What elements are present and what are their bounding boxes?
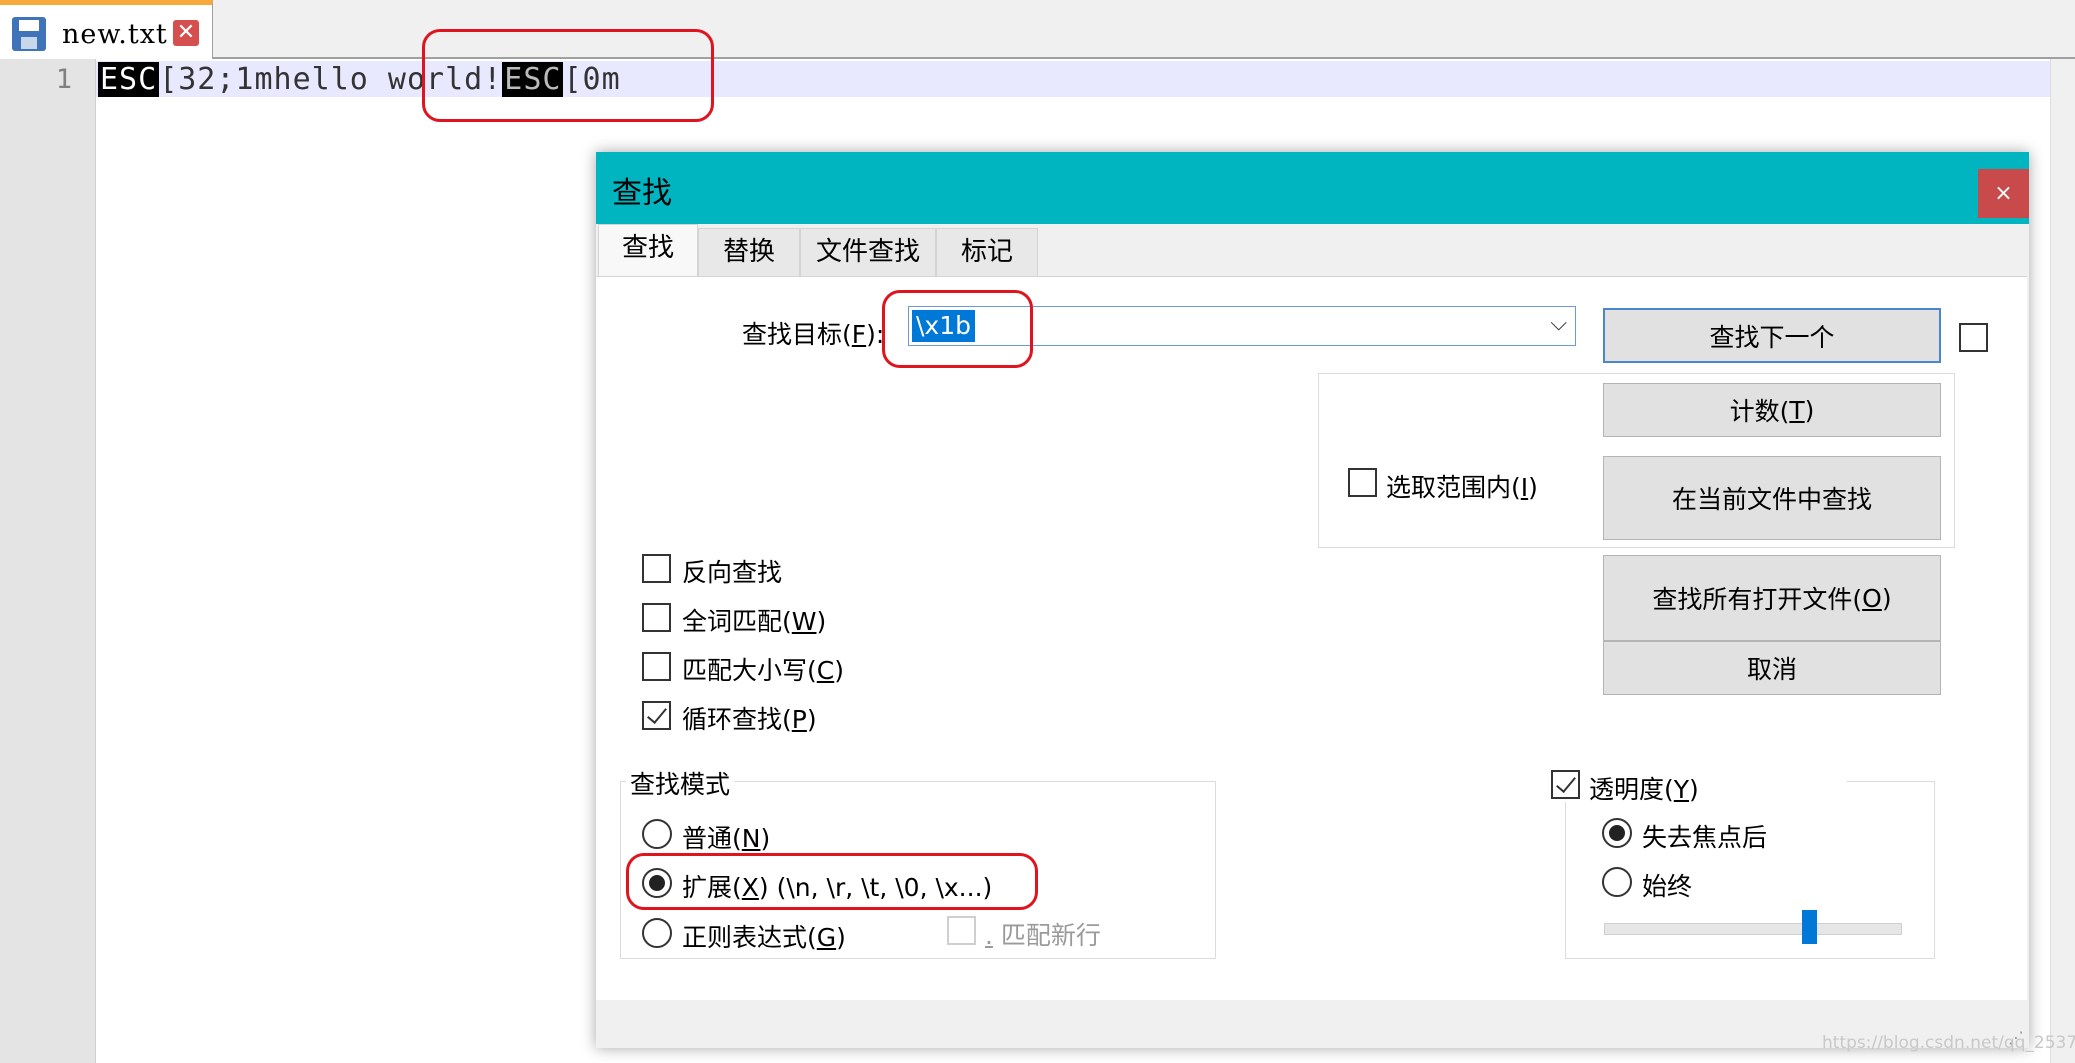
transparency-always-label: 始终 bbox=[1642, 872, 1693, 901]
wrap-around-checkbox[interactable] bbox=[642, 701, 671, 730]
transparency-always-radio[interactable] bbox=[1602, 867, 1632, 897]
count-button[interactable]: 计数(T) bbox=[1603, 383, 1941, 437]
dot-matches-newline-checkbox[interactable] bbox=[947, 916, 976, 945]
transparency-slider-track[interactable] bbox=[1604, 923, 1902, 935]
esc-control-char: ESC bbox=[98, 62, 160, 97]
search-mode-title: 查找模式 bbox=[626, 765, 735, 801]
search-mode-regex-radio[interactable] bbox=[642, 918, 672, 948]
dialog-close-button[interactable]: × bbox=[1978, 169, 2029, 218]
transparency-label: 透明度(Y) bbox=[1589, 775, 1699, 804]
in-selection-checkbox[interactable] bbox=[1348, 468, 1377, 497]
match-case-label: 匹配大小写(C) bbox=[682, 656, 844, 685]
find-next-option-checkbox[interactable] bbox=[1959, 323, 1988, 352]
vertical-scrollbar[interactable] bbox=[2050, 59, 2075, 1063]
search-mode-normal-label: 普通(N) bbox=[682, 824, 771, 853]
save-icon bbox=[12, 17, 46, 51]
line-number-gutter bbox=[0, 59, 96, 1063]
find-in-all-open-files-button[interactable]: 查找所有打开文件(O) bbox=[1603, 555, 1941, 641]
dialog-footer bbox=[596, 1000, 2027, 1048]
file-tab-new-txt[interactable]: new.txt ✕ bbox=[0, 0, 213, 59]
annotation-highlight bbox=[422, 29, 714, 122]
annotation-highlight bbox=[626, 853, 1038, 910]
annotation-highlight bbox=[882, 290, 1033, 368]
backward-checkbox[interactable] bbox=[642, 554, 671, 583]
whole-word-checkbox[interactable] bbox=[642, 603, 671, 632]
search-mode-regex-label: 正则表达式(G) bbox=[682, 923, 846, 952]
line-number: 1 bbox=[55, 64, 72, 95]
dialog-title: 查找 bbox=[612, 176, 672, 211]
dialog-titlebar[interactable]: 查找 × bbox=[596, 152, 2029, 224]
transparency-slider-thumb[interactable] bbox=[1802, 910, 1818, 944]
backward-label: 反向查找 bbox=[682, 558, 783, 587]
find-in-current-file-button[interactable]: 在当前文件中查找 bbox=[1603, 456, 1941, 540]
tab-replace[interactable]: 替换 bbox=[698, 228, 800, 276]
search-mode-normal-radio[interactable] bbox=[642, 819, 672, 849]
transparency-on-lose-focus-radio[interactable] bbox=[1602, 818, 1632, 848]
chevron-down-icon[interactable]: ⌵ bbox=[1550, 311, 1567, 336]
transparency-checkbox[interactable] bbox=[1551, 770, 1580, 799]
in-selection-label: 选取范围内(I) bbox=[1386, 473, 1538, 502]
tab-bar bbox=[0, 0, 2075, 59]
match-case-checkbox[interactable] bbox=[642, 652, 671, 681]
tab-mark[interactable]: 标记 bbox=[936, 228, 1038, 276]
transparency-on-lose-focus-label: 失去焦点后 bbox=[1642, 823, 1768, 852]
find-next-button[interactable]: 查找下一个 bbox=[1603, 308, 1941, 363]
find-target-label: 查找目标(F): bbox=[742, 320, 885, 349]
cancel-button[interactable]: 取消 bbox=[1603, 641, 1941, 695]
close-icon[interactable]: ✕ bbox=[173, 20, 199, 46]
dot-matches-newline-label: . 匹配新行 bbox=[985, 921, 1101, 950]
tab-find[interactable]: 查找 bbox=[598, 224, 698, 276]
watermark-text: https://blog.csdn.net/qq_25372385 bbox=[1822, 1033, 2075, 1053]
whole-word-label: 全词匹配(W) bbox=[682, 607, 827, 636]
file-tab-label: new.txt bbox=[62, 19, 168, 50]
tab-find-in-files[interactable]: 文件查找 bbox=[800, 228, 936, 276]
wrap-around-label: 循环查找(P) bbox=[682, 705, 817, 734]
